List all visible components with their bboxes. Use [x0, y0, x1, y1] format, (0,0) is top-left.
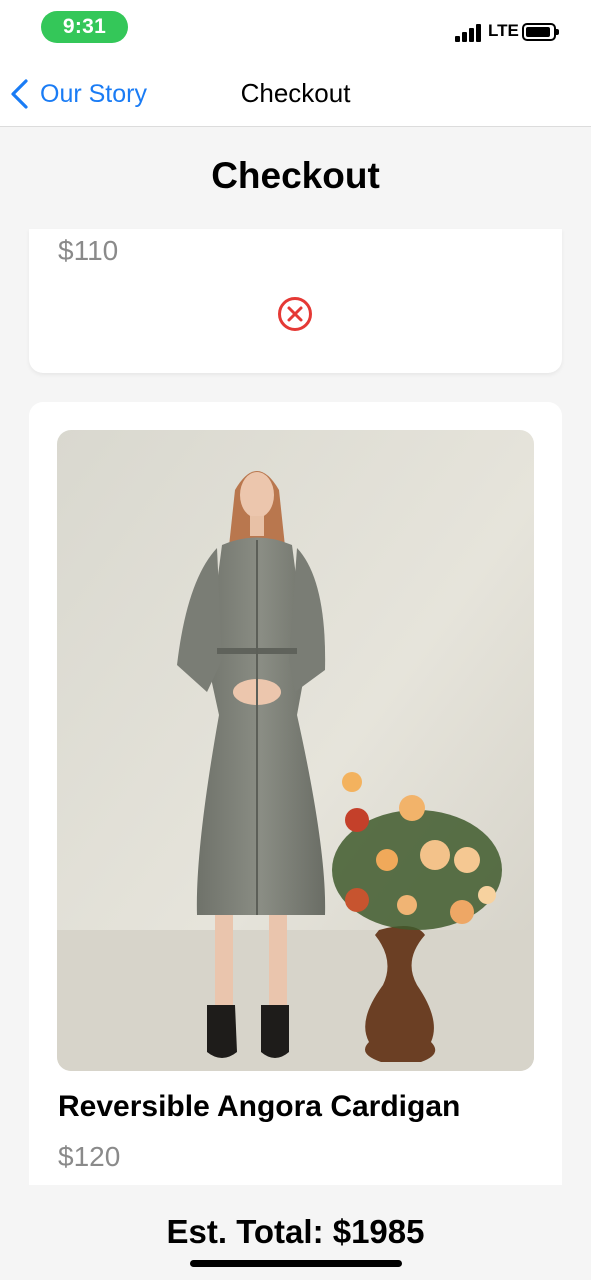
cart-item-card: $110 [29, 229, 562, 373]
item-price: $110 [58, 235, 119, 266]
battery-icon [522, 23, 559, 41]
estimated-total: Est. Total: $1985 [166, 1213, 425, 1250]
item-price: $120 [58, 1141, 121, 1172]
close-circle-icon [278, 297, 312, 331]
product-photo [57, 430, 534, 1071]
navigation-bar: Our Story Checkout [0, 60, 591, 127]
remove-item-button[interactable] [277, 296, 313, 332]
status-bar: 9:31 LTE [0, 0, 591, 60]
product-name: Reversible Angora Cardigan [58, 1090, 461, 1123]
home-indicator[interactable] [190, 1260, 402, 1267]
product-image[interactable] [57, 430, 534, 1071]
cart-item-card: Reversible Angora Cardigan $120 [29, 402, 562, 1185]
page-title: Checkout [211, 155, 380, 196]
cellular-signal-icon [455, 24, 483, 42]
status-time: 9:31 [41, 11, 128, 43]
nav-title: Checkout [240, 78, 351, 108]
network-type: LTE [488, 21, 519, 40]
